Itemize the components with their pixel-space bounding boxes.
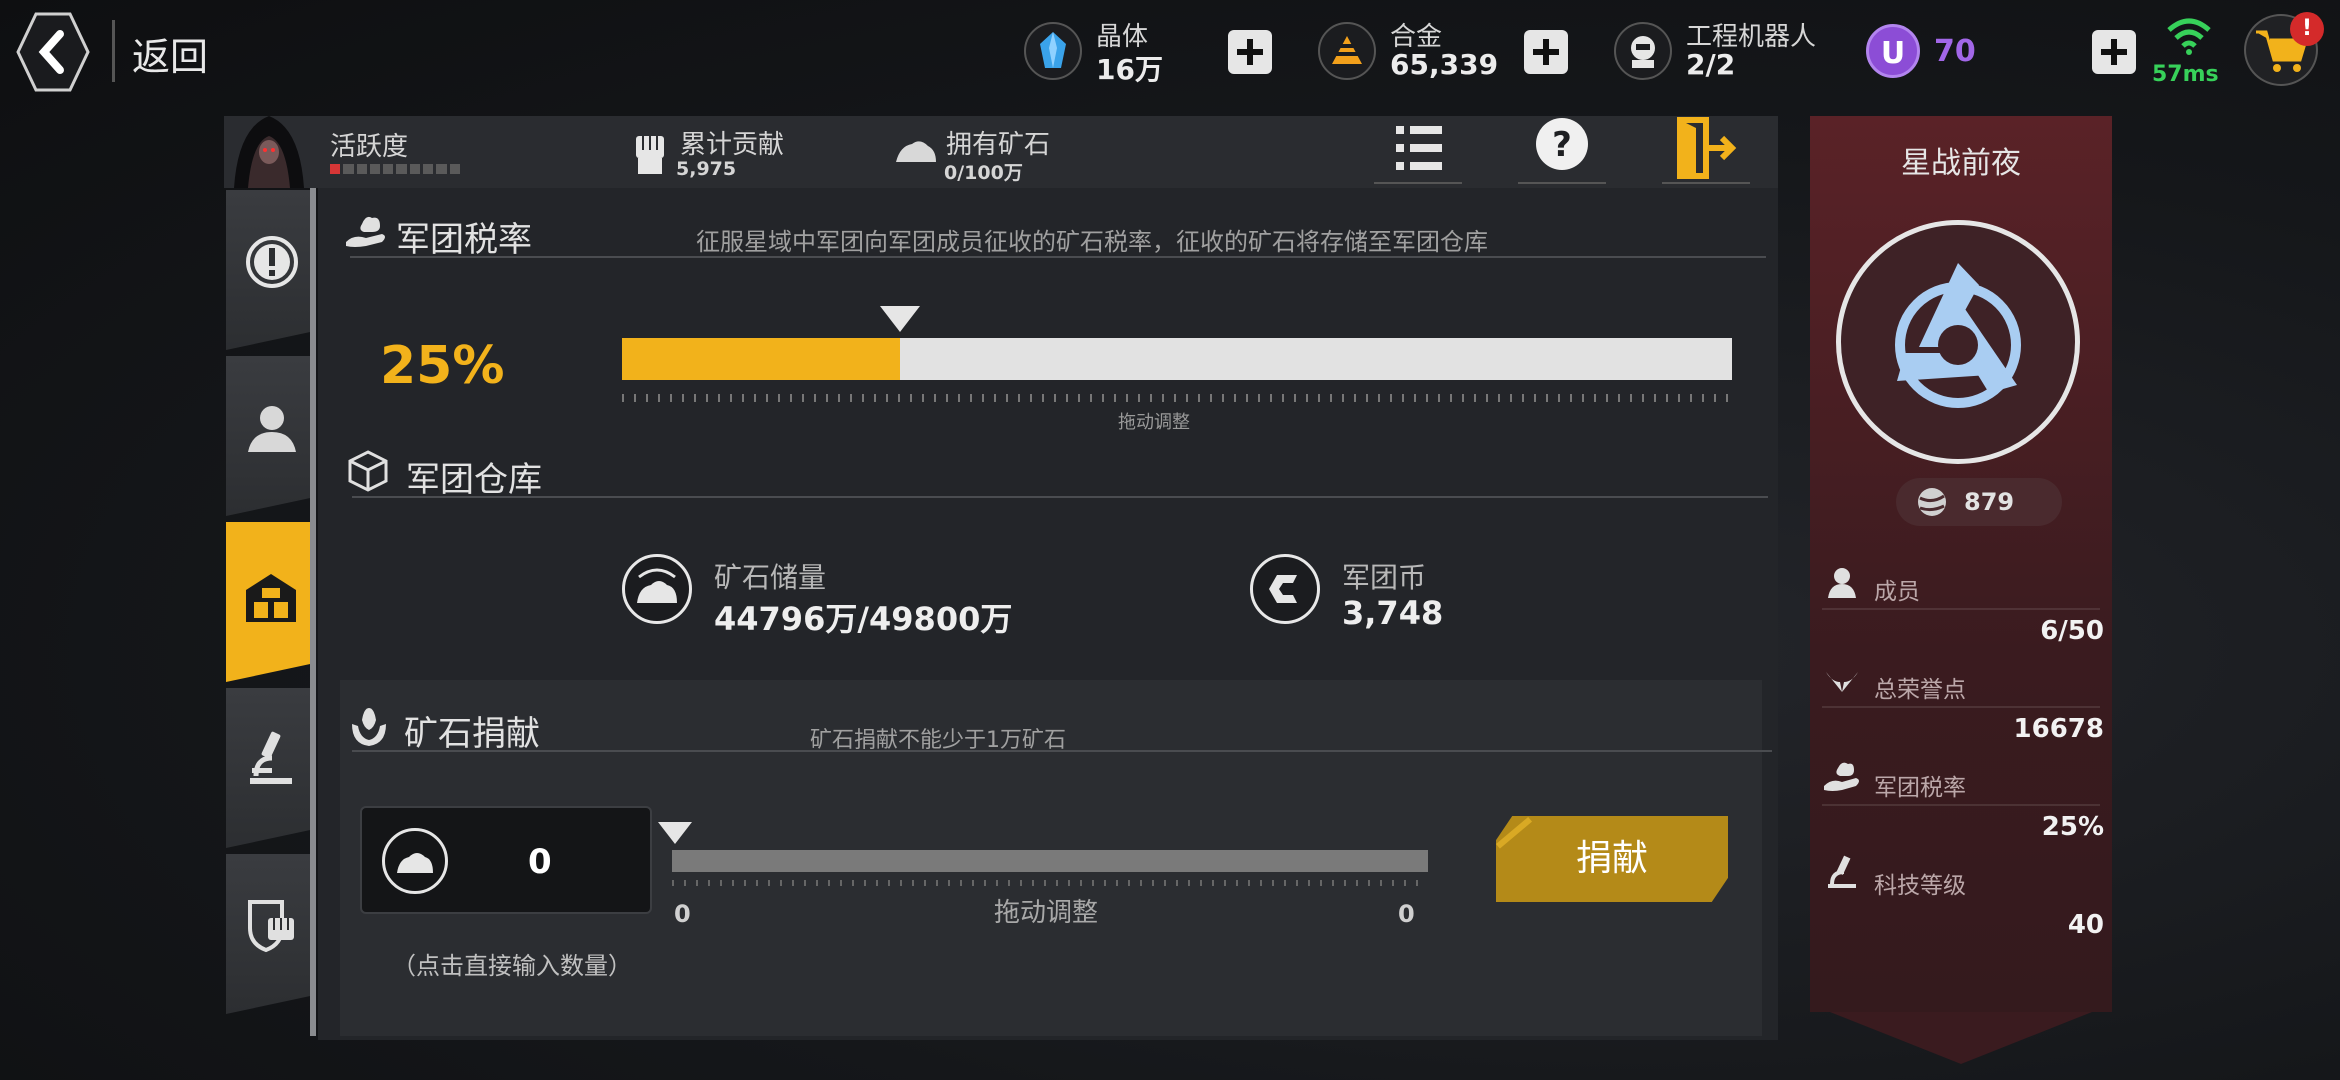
guild-members-label: 成员 (1874, 579, 1920, 605)
alert-icon (246, 236, 298, 288)
tax-slider-caption: 拖动调整 (1118, 412, 1190, 433)
top-bar: 返回 晶体 16万 合金 65,339 工程机器人 2/2 U 70 57ms … (0, 0, 2340, 104)
leave-legion-button[interactable] (1662, 116, 1750, 184)
avatar[interactable] (224, 108, 314, 188)
donate-slider-max: 0 (1398, 900, 1415, 928)
add-premium-button[interactable] (2092, 30, 2136, 74)
member-list-button[interactable] (1374, 116, 1462, 184)
legion-coin-value: 3,748 (1342, 594, 1444, 632)
tax-slider-handle[interactable] (880, 306, 920, 332)
guild-name: 星战前夜 (1901, 146, 2021, 181)
legion-coin-icon (1250, 554, 1320, 624)
shop-alert-badge: ! (2290, 12, 2324, 46)
tab-members[interactable] (226, 356, 316, 516)
tax-divider (350, 256, 1766, 258)
guild-tax-value: 25% (2041, 812, 2104, 842)
donate-quantity-input[interactable] (360, 806, 652, 914)
donate-title: 矿石捐献 (404, 714, 540, 754)
donate-slider[interactable] (672, 850, 1428, 872)
ore-storage-value: 44796万/49800万 (714, 600, 1013, 638)
person-icon (248, 406, 296, 452)
guild-emblem[interactable] (1836, 220, 2080, 464)
cube-icon (348, 450, 388, 492)
ore-storage-icon (622, 554, 692, 624)
svg-text:?: ? (1552, 125, 1572, 165)
tax-slider-ticks (622, 394, 1732, 402)
warehouse-icon (246, 574, 296, 622)
back-divider (112, 20, 115, 82)
tax-slider[interactable] (622, 338, 1732, 380)
robot-icon (1614, 22, 1672, 80)
add-alloy-button[interactable] (1524, 30, 1568, 74)
ore-storage-label: 矿石储量 (714, 561, 827, 594)
donate-slider-min: 0 (674, 900, 691, 928)
tab-research[interactable] (226, 688, 316, 848)
ore-icon (896, 141, 936, 162)
ore-owned-value: 0/100万 (944, 162, 1023, 184)
question-icon: ? (1536, 118, 1588, 170)
donate-slider-caption: 拖动调整 (994, 898, 1099, 928)
tax-description: 征服星域中军团向军团成员征收的矿石税率，征收的矿石将存储至军团仓库 (696, 228, 1488, 256)
legion-coin-label: 军团币 (1342, 561, 1427, 594)
tab-warehouse[interactable] (226, 522, 316, 682)
exit-icon (1677, 117, 1737, 179)
ore-owned-label: 拥有矿石 (946, 130, 1051, 160)
tax-title: 军团税率 (396, 220, 532, 260)
contribution-label: 累计贡献 (680, 130, 785, 160)
guild-honor-label: 总荣誉点 (1874, 677, 1966, 703)
guild-members-value: 6/50 (2040, 616, 2104, 646)
donate-quantity-value[interactable]: 0 (528, 842, 552, 882)
members-icon (1828, 568, 1856, 598)
wings-icon (1826, 672, 1858, 692)
contribution-value: 5,975 (676, 158, 737, 180)
microscope-icon (250, 731, 292, 784)
guild-tech-label: 科技等级 (1874, 873, 1966, 899)
premium-currency-icon: U (1866, 24, 1920, 78)
premium-currency-value: 70 (1934, 34, 1976, 69)
stat-divider (1822, 804, 2100, 806)
donate-divider (352, 750, 1772, 752)
tab-notice[interactable] (226, 190, 316, 350)
guild-rank-value: 879 (1964, 488, 2015, 516)
donate-quantity-hint: （点击直接输入数量） (392, 952, 632, 980)
triad-emblem-icon (1895, 263, 2021, 408)
donate-button[interactable]: 捐献 (1496, 816, 1728, 902)
crystal-value: 16万 (1096, 53, 1163, 86)
crystal-icon (1024, 22, 1082, 80)
warehouse-title: 军团仓库 (406, 460, 542, 500)
help-button[interactable]: ? (1518, 116, 1606, 184)
ore-quantity-icon (382, 828, 448, 894)
alloy-value: 65,339 (1390, 48, 1499, 81)
back-button[interactable] (16, 12, 90, 92)
tax-hand-icon (346, 216, 385, 247)
tax-percent: 25% (380, 336, 505, 396)
robot-value: 2/2 (1686, 48, 1736, 81)
list-icon (1396, 126, 1442, 170)
donate-hands-icon (352, 708, 386, 746)
tax-slider-fill (622, 338, 900, 380)
alloy-icon (1318, 22, 1376, 80)
back-arrow-icon (16, 12, 90, 92)
ping-value: 57ms (2152, 62, 2219, 87)
warehouse-divider (352, 496, 1768, 498)
donate-slider-ticks (672, 880, 1428, 886)
guild-tech-value: 40 (2067, 910, 2104, 940)
shield-fist-icon (248, 900, 294, 953)
planet-icon (1918, 488, 1946, 516)
stat-divider (1822, 608, 2100, 610)
wifi-icon (2167, 18, 2211, 55)
microscope-icon (1828, 855, 1856, 888)
tab-rail (310, 188, 316, 1036)
back-label[interactable]: 返回 (132, 26, 208, 81)
guild-tax-label: 军团税率 (1874, 775, 1966, 801)
add-crystal-button[interactable] (1228, 30, 1272, 74)
donate-slider-handle[interactable] (658, 822, 692, 844)
guild-honor-value: 16678 (2013, 714, 2104, 744)
fist-icon (636, 136, 664, 174)
activity-bar (330, 164, 460, 174)
tab-battle[interactable] (226, 854, 316, 1014)
tax-hand-icon (1824, 762, 1859, 791)
activity-label: 活跃度 (330, 132, 409, 162)
stat-divider (1822, 706, 2100, 708)
